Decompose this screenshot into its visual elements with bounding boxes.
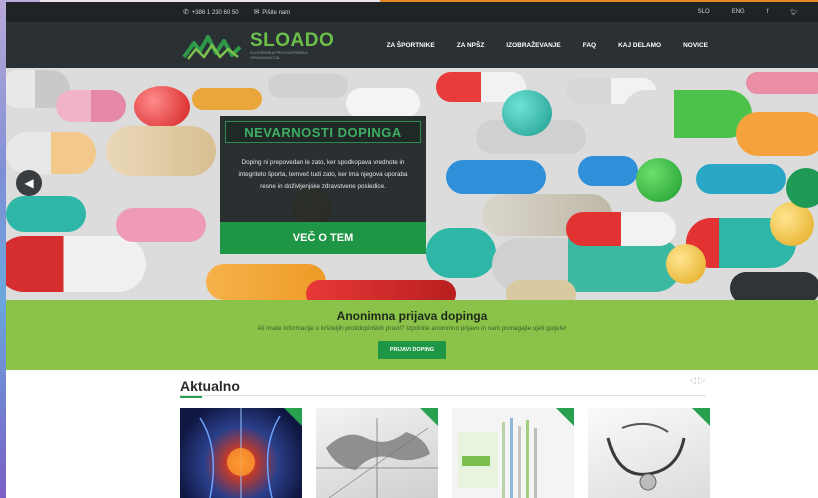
report-text: Ali imate informacije o kršiteljih proti…	[257, 325, 567, 332]
phone-icon: ✆	[183, 9, 189, 16]
card-corner	[556, 408, 574, 426]
logo-mountains-icon	[182, 35, 242, 60]
logo-wordmark: SLOADO	[250, 29, 335, 51]
nav-kaj-delamo[interactable]: KAJ DELAMO	[618, 42, 661, 49]
news-card-brochure[interactable]	[452, 408, 574, 498]
card-corner	[284, 408, 302, 426]
envelope-icon: ✉	[253, 9, 260, 16]
lang-eng[interactable]: ENG	[732, 9, 745, 15]
hero-caption: NEVARNOSTI DOPINGA Doping ni prepovedan …	[220, 116, 426, 254]
website: ✆ +386 1 230 60 50 ✉ Pišite nam SLO ENG …	[6, 2, 818, 498]
top-bar: ✆ +386 1 230 60 50 ✉ Pišite nam SLO ENG …	[6, 2, 818, 22]
report-heading: Anonimna prijava dopinga	[336, 309, 488, 323]
slider-prev-button[interactable]: ◀	[16, 170, 42, 196]
news-card-world-map[interactable]	[316, 408, 438, 498]
hero-slider: ◀ NEVARNOSTI DOPINGA Doping ni prepoveda…	[6, 68, 818, 300]
main-navigation: SLOADO SLOVENSKA PROTIDOPINŠKA ORGANIZAC…	[6, 22, 818, 68]
hero-text: Doping ni prepovedan le zato, ker spodko…	[238, 159, 408, 190]
phone-number: +386 1 230 60 50	[191, 10, 239, 16]
news-pager[interactable]: ◁ ▷	[689, 375, 705, 386]
top-links: SLO ENG f 🐦︎	[698, 9, 798, 16]
news-cards	[180, 408, 818, 498]
chevron-left-icon: ◀	[24, 176, 34, 190]
anonymous-report-band: Anonimna prijava dopinga Ali imate infor…	[6, 300, 818, 370]
card-corner	[692, 408, 710, 426]
section-divider	[180, 395, 706, 396]
nav-za-sportnike[interactable]: ZA ŠPORTNIKE	[387, 42, 435, 49]
news-heading: Aktualno	[180, 378, 240, 394]
contact-info: ✆ +386 1 230 60 50 ✉ Pišite nam	[182, 8, 290, 16]
menu: ZA ŠPORTNIKE ZA NPŠZ IZOBRAŽEVANJE FAQ K…	[387, 42, 708, 49]
mail-link[interactable]: ✉ Pišite nam	[253, 8, 291, 16]
mail-label: Pišite nam	[262, 10, 291, 16]
nav-faq[interactable]: FAQ	[583, 42, 596, 49]
hero-title: NEVARNOSTI DOPINGA	[225, 121, 421, 143]
read-more-button[interactable]: VEČ O TEM	[220, 222, 426, 254]
card-corner	[420, 408, 438, 426]
lang-slo[interactable]: SLO	[698, 9, 710, 15]
report-doping-button[interactable]: PRIJAVI DOPING	[377, 341, 447, 359]
logo-tagline: SLOVENSKA PROTIDOPINŠKA ORGANIZACIJA	[250, 49, 308, 60]
twitter-icon[interactable]: 🐦︎	[790, 9, 798, 16]
logo[interactable]: SLOADO SLOVENSKA PROTIDOPINŠKA ORGANIZAC…	[182, 29, 334, 61]
nav-novice[interactable]: NOVICE	[683, 42, 708, 49]
news-section: Aktualno ◁ ▷	[6, 370, 818, 498]
heading-underline	[180, 396, 202, 398]
news-card-stethoscope[interactable]	[588, 408, 710, 498]
nav-za-npsz[interactable]: ZA NPŠZ	[457, 42, 485, 49]
phone-link[interactable]: ✆ +386 1 230 60 50	[182, 8, 239, 16]
nav-izobrazevanje[interactable]: IZOBRAŽEVANJE	[506, 42, 560, 49]
facebook-icon[interactable]: f	[767, 9, 769, 15]
news-card-body-scan[interactable]	[180, 408, 302, 498]
